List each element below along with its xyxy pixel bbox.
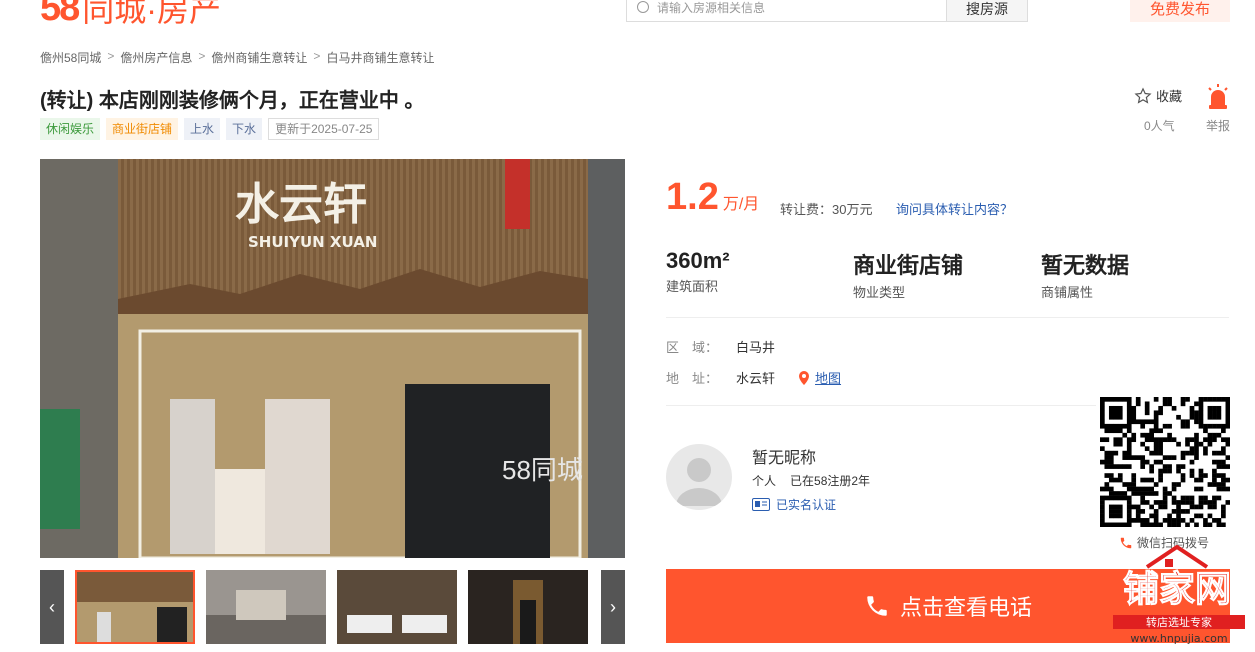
thumbnail-strip: ‹ › xyxy=(40,570,625,644)
divider xyxy=(666,405,1096,406)
updated-date: 更新于2025-07-25 xyxy=(268,118,380,140)
stat-label: 物业类型 xyxy=(853,285,906,300)
thumbnail-image xyxy=(206,570,326,644)
favorite-label: 收藏 xyxy=(1156,89,1183,104)
breadcrumb-item[interactable]: 白马井商铺生意转让 xyxy=(326,49,434,66)
star-icon xyxy=(1134,86,1152,104)
main-photo[interactable]: 水云轩 SHUIYUN XUAN 58同城 xyxy=(40,159,625,558)
transfer-fee: 转让费：30万元 xyxy=(780,202,873,217)
agent-type: 个人 xyxy=(752,474,777,488)
pujia-watermark-logo: 铺家网 转店选址专家 www.hnpujia.com xyxy=(1113,545,1245,645)
search-button[interactable]: 搜房源 xyxy=(946,0,1028,22)
price-unit: 万/月 xyxy=(722,196,760,213)
pujia-title: 铺家网 xyxy=(1123,569,1231,610)
thumbnail[interactable] xyxy=(468,570,588,644)
area-row: 区 域： 白马井 xyxy=(666,337,775,356)
breadcrumb-item[interactable]: 儋州商铺生意转让 xyxy=(211,49,307,66)
divider xyxy=(666,317,1229,318)
rent-price: 1.2 万/月 xyxy=(666,176,759,219)
price-value: 1.2 xyxy=(666,176,719,218)
map-link[interactable]: 地图 xyxy=(797,368,841,387)
area-key: 区 域： xyxy=(666,340,719,355)
breadcrumb-item[interactable]: 儋州58同城 xyxy=(40,49,101,66)
address-value: 水云轩 xyxy=(736,371,776,386)
stat-value: 360m² xyxy=(666,248,730,273)
tag-water-supply: 上水 xyxy=(184,118,221,140)
stat-label: 商铺属性 xyxy=(1041,285,1094,300)
breadcrumb-item[interactable]: 儋州房产信息 xyxy=(120,49,192,66)
favorite-count: 0人气 xyxy=(1144,119,1175,133)
tag-leisure: 休闲娱乐 xyxy=(40,118,101,140)
site-logo[interactable]: 58 同城·房产 xyxy=(40,0,221,29)
id-card-icon xyxy=(752,498,770,511)
sign-english: SHUIYUN XUAN xyxy=(248,233,377,251)
agent-nickname: 暂无昵称 xyxy=(752,450,817,467)
page-title: (转让) 本店刚刚装修俩个月，正在营业中 。 xyxy=(40,90,425,112)
user-icon xyxy=(676,458,722,506)
sign-chinese: 水云轩 xyxy=(235,179,367,230)
agent-meta: 个人 已在58注册2年 xyxy=(752,472,870,489)
view-phone-label: 点击查看电话 xyxy=(899,595,1032,620)
address-key: 地 址： xyxy=(666,371,719,386)
free-post-button[interactable]: 免费发布 xyxy=(1130,0,1230,22)
search-input[interactable]: 请输入房源相关信息 xyxy=(626,0,946,22)
next-thumb-button[interactable]: › xyxy=(601,570,625,644)
verified-badge: 已实名认证 xyxy=(752,496,836,513)
stat-property-type: 商业街店铺 物业类型 xyxy=(853,248,963,301)
ask-transfer-link[interactable]: 询问具体转让内容？ xyxy=(896,199,1013,218)
pujia-slogan: 转店选址专家 xyxy=(1146,615,1212,629)
favorite-button[interactable]: 收藏 xyxy=(1134,86,1182,105)
tag-street-shop: 商业街店铺 xyxy=(106,118,179,140)
logo-58: 58 xyxy=(40,0,80,29)
report-link[interactable]: 举报 xyxy=(1206,117,1230,134)
stat-shop-attribute: 暂无数据 商铺属性 xyxy=(1041,248,1129,301)
search-placeholder: 请输入房源相关信息 xyxy=(657,0,766,15)
breadcrumb-separator: > xyxy=(107,49,115,63)
thumbnail-image xyxy=(337,570,457,644)
storefront-photo: 水云轩 SHUIYUN XUAN 58同城 xyxy=(40,159,625,558)
pujia-url: www.hnpujia.com xyxy=(1130,632,1227,645)
thumbnail-image xyxy=(468,570,588,644)
prev-thumb-button[interactable]: ‹ xyxy=(40,570,64,644)
search-icon xyxy=(637,1,649,13)
photo-watermark: 58同城 xyxy=(502,455,583,485)
thumbnail[interactable] xyxy=(337,570,457,644)
qr-code xyxy=(1100,397,1231,528)
thumbnail[interactable] xyxy=(206,570,326,644)
qr-code-image xyxy=(1100,397,1231,528)
avatar xyxy=(666,444,732,510)
stat-label: 建筑面积 xyxy=(666,279,719,294)
breadcrumb-separator: > xyxy=(313,49,321,63)
breadcrumb-separator: > xyxy=(198,49,206,63)
address-row: 地 址： 水云轩 地图 xyxy=(666,368,841,387)
stat-area: 360m² 建筑面积 xyxy=(666,248,730,295)
stat-value: 暂无数据 xyxy=(1041,253,1130,278)
tag-list: 休闲娱乐 商业街店铺 上水 下水 更新于2025-07-25 xyxy=(40,118,380,140)
alarm-icon[interactable] xyxy=(1207,84,1229,110)
map-link-label: 地图 xyxy=(815,371,842,386)
logo-brand: 同城·房产 xyxy=(82,0,221,28)
breadcrumb: 儋州58同城 > 儋州房产信息 > 儋州商铺生意转让 > 白马井商铺生意转让 xyxy=(40,49,434,66)
map-pin-icon xyxy=(799,370,810,385)
thumbnail-image xyxy=(77,572,193,642)
thumbnail[interactable] xyxy=(75,570,195,644)
tag-drainage: 下水 xyxy=(226,118,263,140)
verified-label: 已实名认证 xyxy=(776,498,837,512)
phone-icon xyxy=(867,596,887,616)
agent-registered: 已在58注册2年 xyxy=(790,474,871,488)
stat-value: 商业街店铺 xyxy=(853,253,964,278)
area-value: 白马井 xyxy=(736,340,776,355)
